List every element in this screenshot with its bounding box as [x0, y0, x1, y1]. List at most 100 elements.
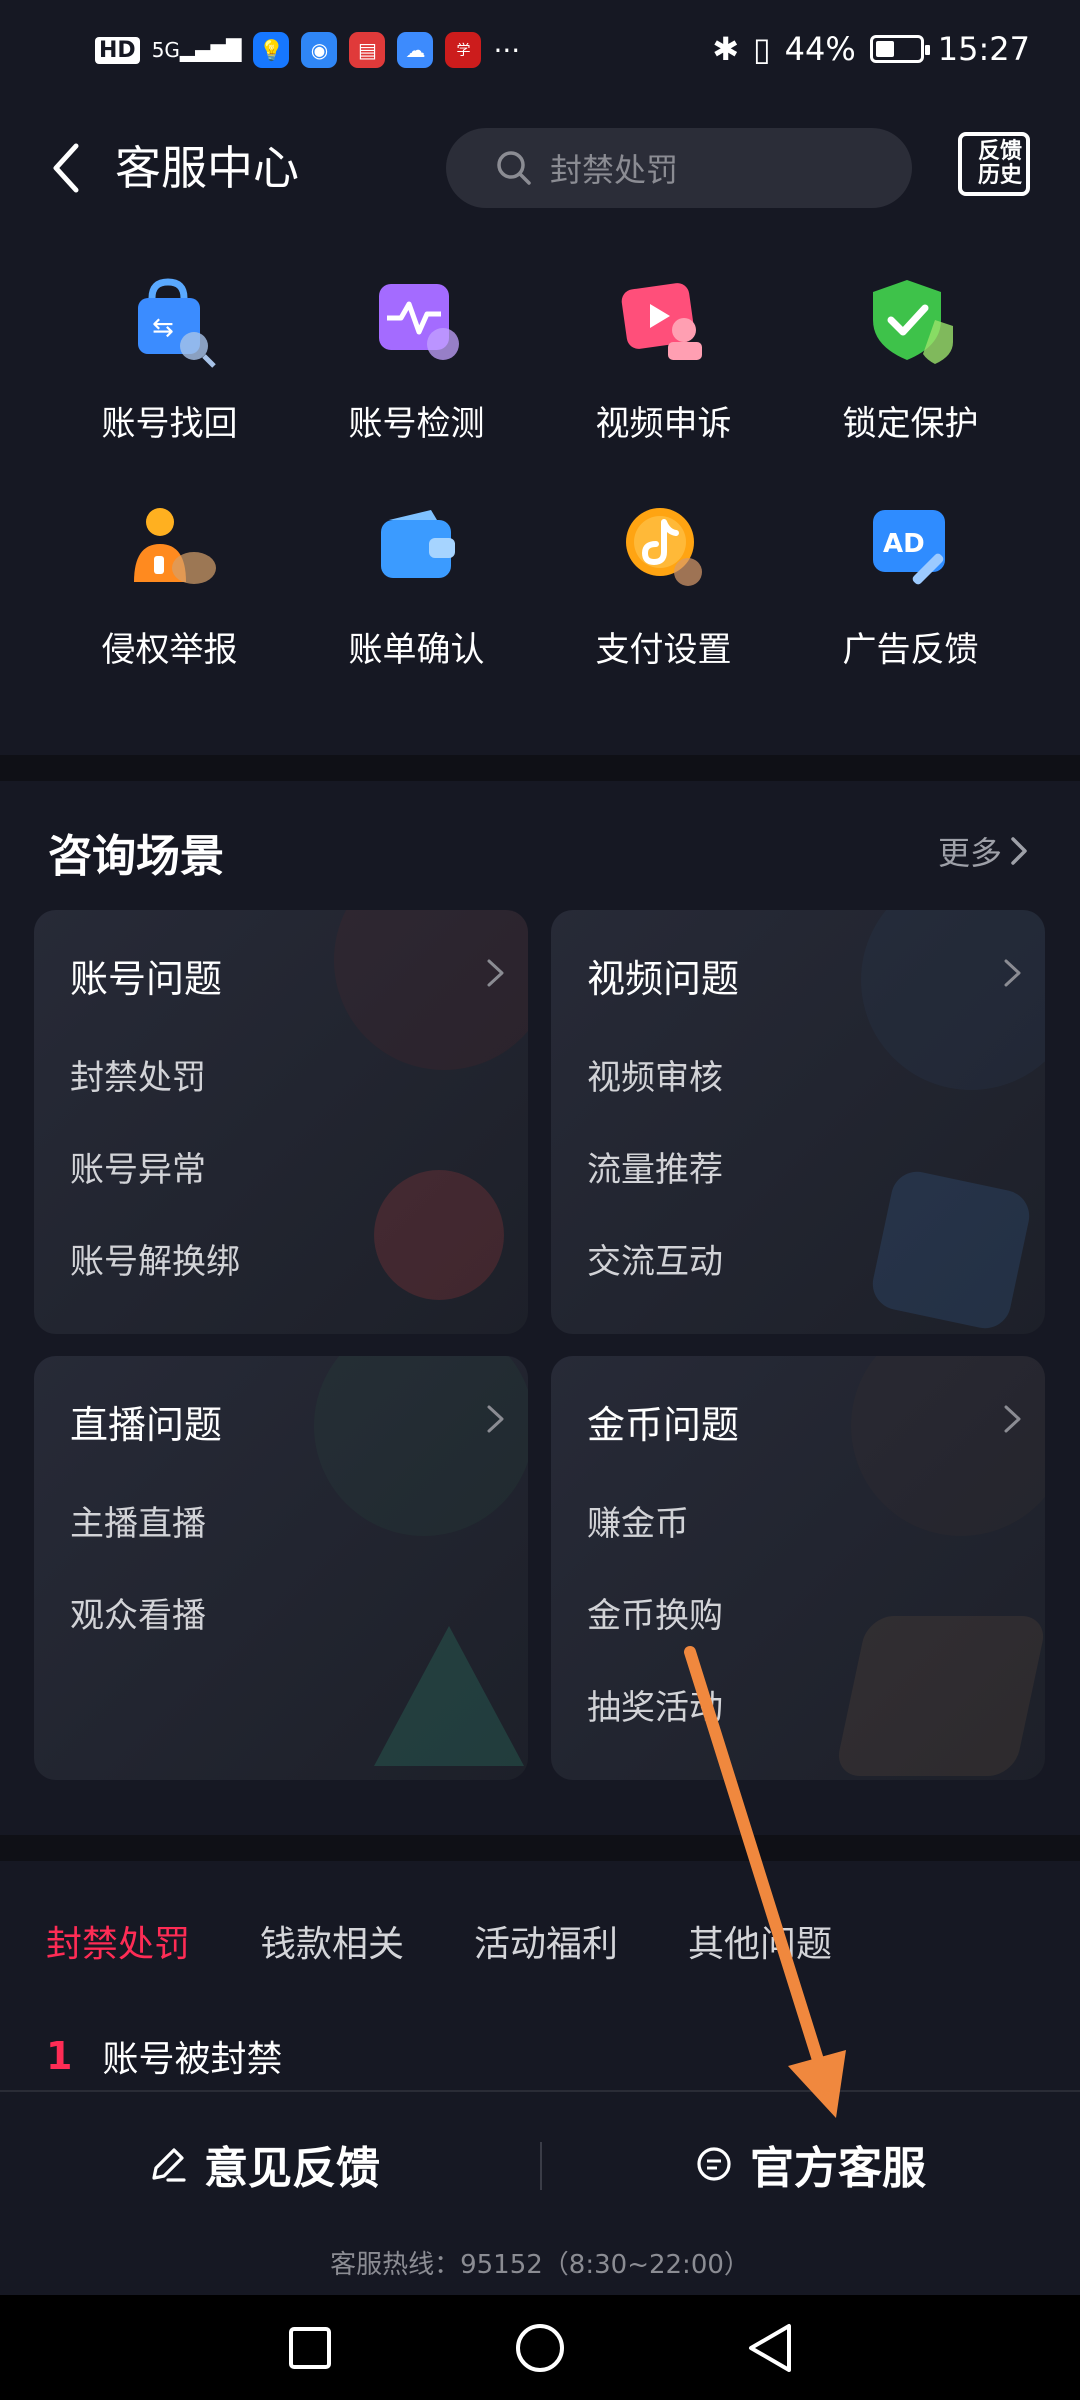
status-right: ✱ ▯ 44% 15:27: [712, 30, 1030, 68]
decorative-triangle: [374, 1626, 524, 1766]
consult-card-live[interactable]: 直播问题 主播直播 观众看播: [34, 1356, 528, 1780]
bottom-separator: [540, 2142, 542, 2190]
service-account-check[interactable]: 账号检测: [293, 270, 540, 445]
account-check-icon: [378, 284, 459, 360]
card-item[interactable]: 抽奖活动: [587, 1680, 723, 1729]
question-rank: 1: [46, 2034, 73, 2078]
triangle-back-icon: [749, 2323, 791, 2372]
home-button[interactable]: [480, 2295, 600, 2400]
payment-settings-icon: [625, 508, 702, 586]
consult-card-account[interactable]: 账号问题 封禁处罚 账号异常 账号解换绑: [34, 910, 528, 1334]
service-label: 账号找回: [101, 404, 238, 444]
account-recovery-icon: ⇆: [137, 278, 216, 368]
battery-percent: 44%: [784, 30, 856, 68]
reader-notification-icon: ▤: [349, 32, 386, 68]
recent-apps-button[interactable]: [250, 2295, 370, 2400]
service-label: 支付设置: [595, 630, 732, 670]
svg-text:⇆: ⇆: [152, 313, 174, 343]
browser-notification-icon: ◉: [301, 32, 338, 68]
cloud-notification-icon: ☁: [397, 32, 434, 68]
card-item[interactable]: 赚金币: [587, 1496, 689, 1545]
service-ad-feedback[interactable]: AD 广告反馈: [787, 496, 1034, 671]
feedback-button[interactable]: 意见反馈: [148, 2132, 380, 2196]
chevron-right-icon: [1011, 837, 1027, 865]
hotline-text: 客服热线：95152（8:30~22:00）: [330, 2250, 750, 2280]
video-appeal-icon: [621, 283, 702, 360]
question-item[interactable]: 1 账号被封禁: [46, 2030, 282, 2082]
back-button[interactable]: [710, 2295, 830, 2400]
service-infringement-report[interactable]: 侵权举报: [46, 496, 293, 671]
card-item[interactable]: 封禁处罚: [70, 1050, 206, 1099]
card-title: 账号问题: [70, 957, 223, 1001]
status-left-icons: HD 5G▂▄▆█ 💡 ◉ ▤ ☁ 学 ···: [95, 32, 520, 68]
tab-payment[interactable]: 钱款相关: [260, 1915, 404, 1967]
decorative-shape: [833, 1616, 1045, 1776]
tab-other[interactable]: 其他问题: [688, 1915, 832, 1967]
consult-section-title: 咨询场景: [48, 831, 224, 882]
svg-text:AD: AD: [883, 529, 925, 559]
chevron-right-icon: [1004, 1405, 1021, 1433]
tab-activity-benefits[interactable]: 活动福利: [474, 1915, 618, 1967]
official-service-label: 官方客服: [750, 2143, 926, 2194]
back-arrow-icon[interactable]: [48, 140, 84, 196]
chevron-right-icon: [487, 959, 504, 987]
battery-icon: [869, 35, 930, 63]
card-item[interactable]: 账号异常: [70, 1142, 206, 1191]
question-text: 账号被封禁: [102, 2039, 283, 2080]
decorative-blob: [314, 1356, 528, 1536]
feedback-history-button[interactable]: 反馈历史: [958, 132, 1030, 196]
card-item[interactable]: 交流互动: [587, 1234, 723, 1283]
feedback-label: 意见反馈: [204, 2143, 380, 2194]
decorative-blob: [851, 1356, 1045, 1536]
app-notification-icon: 💡: [253, 32, 290, 68]
news-notification-icon: 学: [445, 32, 482, 68]
consult-card-video[interactable]: 视频问题 视频审核 流量推荐 交流互动: [551, 910, 1045, 1334]
tab-ban-penalty[interactable]: 封禁处罚: [46, 1915, 190, 1967]
service-video-appeal[interactable]: 视频申诉: [540, 270, 787, 445]
service-label: 锁定保护: [842, 404, 979, 444]
infringement-report-icon: [133, 508, 216, 584]
card-item[interactable]: 账号解换绑: [70, 1234, 240, 1283]
status-bar: HD 5G▂▄▆█ 💡 ◉ ▤ ☁ 学 ··· ✱ ▯ 44% 15:27: [0, 0, 1080, 110]
pencil-icon: [152, 2148, 186, 2182]
signal-5g-icon: 5G▂▄▆█: [151, 38, 242, 62]
section-divider: [0, 1835, 1080, 1861]
system-nav-bar: [0, 2295, 1080, 2400]
more-link[interactable]: 更多: [938, 828, 1028, 874]
service-label: 账单确认: [348, 630, 485, 670]
chevron-right-icon: [1004, 959, 1021, 987]
service-payment-settings[interactable]: 支付设置: [540, 496, 787, 671]
more-label: 更多: [937, 834, 1002, 872]
hd-indicator: HD: [95, 36, 140, 64]
section-divider: [0, 755, 1080, 781]
service-label: 账号检测: [348, 404, 485, 444]
consult-card-coins[interactable]: 金币问题 赚金币 金币换购 抽奖活动: [551, 1356, 1045, 1780]
service-bill-confirm[interactable]: 账单确认: [293, 496, 540, 671]
search-input[interactable]: 封禁处罚: [446, 128, 912, 208]
card-title: 直播问题: [70, 1403, 223, 1447]
service-account-recovery[interactable]: ⇆ 账号找回: [46, 270, 293, 445]
decorative-blob: [861, 910, 1045, 1090]
card-item[interactable]: 主播直播: [70, 1496, 206, 1545]
official-service-button[interactable]: 官方客服: [694, 2132, 926, 2196]
chevron-right-icon: [487, 1405, 504, 1433]
page-title: 客服中心: [115, 141, 299, 195]
card-item[interactable]: 流量推荐: [587, 1142, 723, 1191]
service-label: 视频申诉: [595, 404, 732, 444]
search-icon: [497, 151, 531, 185]
clock: 15:27: [937, 30, 1030, 68]
card-item[interactable]: 观众看播: [70, 1588, 206, 1637]
card-item[interactable]: 视频审核: [587, 1050, 723, 1099]
decorative-blob: [334, 910, 528, 1070]
service-label: 侵权举报: [101, 630, 238, 670]
circle-icon: [516, 2323, 564, 2372]
card-item[interactable]: 金币换购: [587, 1588, 723, 1637]
chat-bubble-icon: [697, 2147, 731, 2181]
square-icon: [289, 2326, 331, 2369]
decorative-circle: [374, 1170, 504, 1300]
search-placeholder: 封禁处罚: [550, 151, 679, 189]
service-lock-protect[interactable]: 锁定保护: [787, 270, 1034, 445]
header: 客服中心 封禁处罚 反馈历史: [0, 128, 1080, 208]
feedback-history-label: 反馈历史: [978, 139, 1023, 188]
card-title: 金币问题: [587, 1403, 740, 1447]
